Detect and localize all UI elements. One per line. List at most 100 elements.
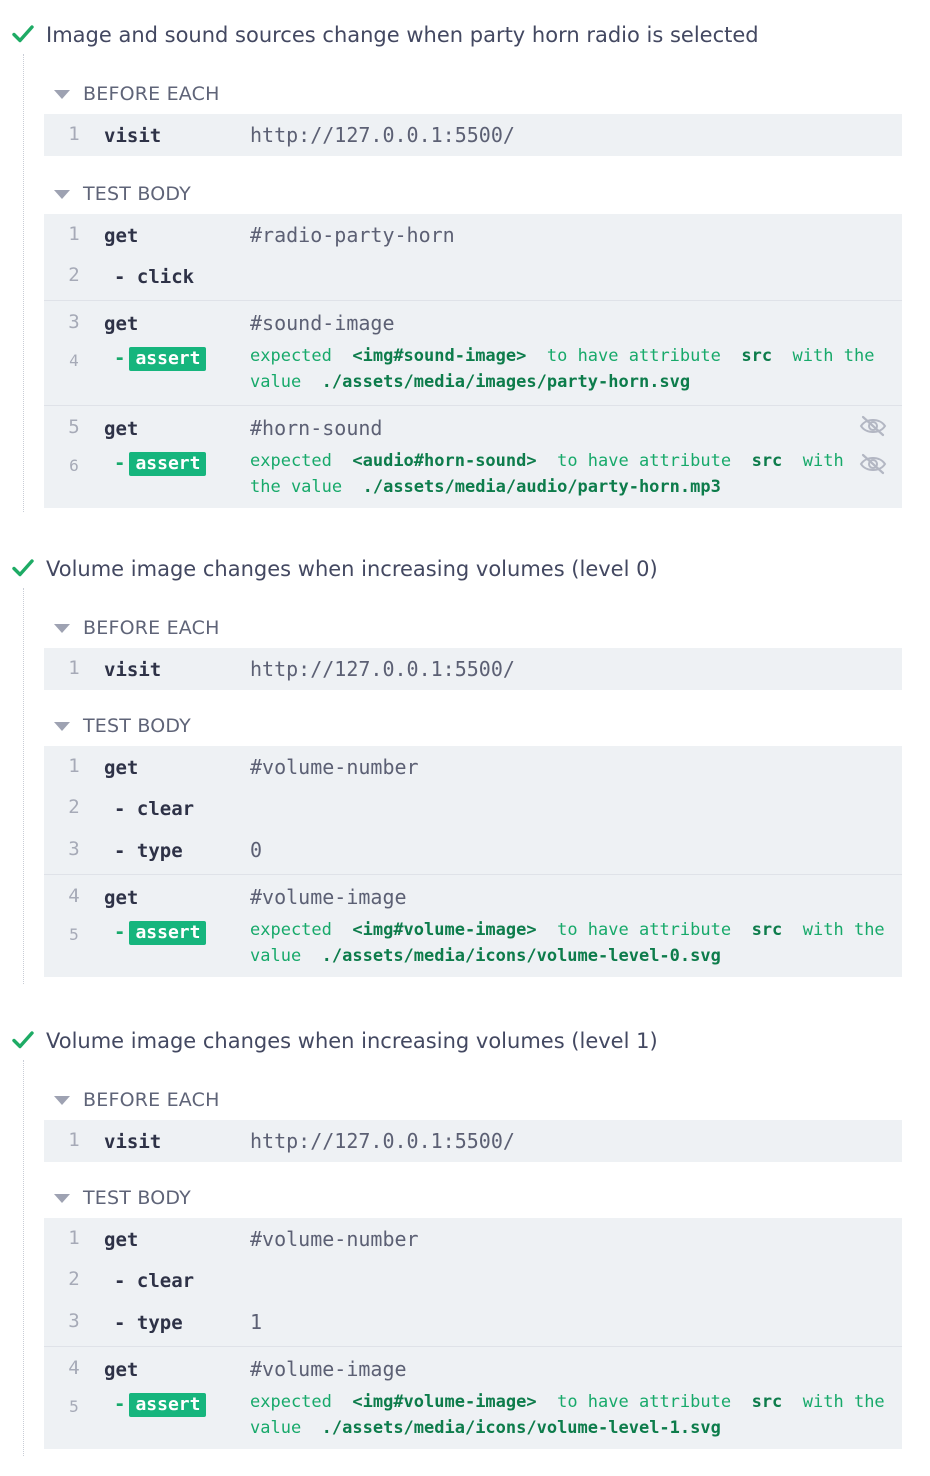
command-message: http://127.0.0.1:5500/ [250,657,515,681]
hook-label: TEST BODY [83,1187,191,1209]
command-name: clear [136,798,195,820]
assert-with: with the [802,1392,885,1412]
command-group: 3 get #sound-image 4 - assert expected <i… [44,300,902,405]
assert-with: with the [802,920,885,940]
assert-value: ./assets/media/icons/volume-level-0.svg [321,946,721,966]
command-message: #volume-image [250,885,407,909]
command-row[interactable]: 2 - click [44,256,902,300]
hook-label: BEFORE EACH [83,617,220,639]
eye-slash-icon[interactable] [858,452,888,476]
command-row[interactable]: 1 visit http://127.0.0.1:5500/ [44,648,902,690]
hook-label: TEST BODY [83,715,191,737]
command-row[interactable]: 3 - type 0 [44,830,902,874]
assert-row[interactable]: 6 - assert expected <audio#horn-sound> to… [44,448,902,508]
assert-expected: expected [250,451,332,471]
test-item: Image and sound sources change when part… [0,18,930,512]
assert-value: ./assets/media/images/party-horn.svg [321,372,691,392]
command-name-wrap: - type [114,1312,183,1334]
test-title[interactable]: Volume image changes when increasing vol… [12,552,658,586]
command-row[interactable]: 1 visit http://127.0.0.1:5500/ [44,114,902,156]
command-message: 1 [250,1310,263,1334]
command-name: get [104,887,139,909]
child-dash: - [114,798,126,820]
command-name-wrap: - click [114,266,194,288]
command-row[interactable]: 2 - clear [44,788,902,830]
caret-down-icon [54,623,70,633]
test-title[interactable]: Volume image changes when increasing vol… [12,1024,658,1058]
check-icon [12,1030,38,1052]
command-number: 4 [69,351,79,370]
test-title[interactable]: Image and sound sources change when part… [12,18,759,52]
command-group: 1 get #volume-number 2 - clear 3 - type … [44,746,902,874]
command-name-wrap: - assert [114,347,207,371]
command-log: Image and sound sources change when part… [0,0,930,1476]
command-row[interactable]: 1 get #radio-party-horn [44,214,902,256]
assert-subject: <img#volume-image> [352,1392,537,1412]
command-row[interactable]: 4 get #volume-image [44,1347,902,1389]
command-name: get [104,1359,139,1381]
command-group: 1 visit http://127.0.0.1:5500/ [44,1120,902,1162]
caret-down-icon [54,89,70,99]
assert-message: expected <img#volume-image> to have attr… [250,917,890,969]
command-number: 2 [68,796,80,818]
test-body-hook: TEST BODY 1 get #volume-number 2 - clear… [44,1178,902,1449]
command-row[interactable]: 2 - clear [44,1260,902,1302]
command-name-wrap: - clear [114,798,194,820]
command-row[interactable]: 4 get #volume-image [44,875,902,917]
command-row[interactable]: 1 get #volume-number [44,746,902,788]
command-row[interactable]: 5 get #horn-sound [44,406,902,448]
check-icon [12,558,38,580]
hook-header[interactable]: TEST BODY [44,706,902,746]
assert-value: ./assets/media/audio/party-horn.mp3 [362,477,721,497]
child-dash: - [114,1393,126,1415]
before-each-hook: BEFORE EACH 1 visit http://127.0.0.1:550… [44,608,902,690]
assert-value: ./assets/media/icons/volume-level-1.svg [321,1418,721,1438]
assert-row[interactable]: 4 - assert expected <img#sound-image> to … [44,343,902,405]
test-title-text: Image and sound sources change when part… [46,23,759,47]
command-number: 3 [68,1310,80,1332]
assert-row[interactable]: 5 - assert expected <img#volume-image> to… [44,917,902,977]
command-name: get [104,225,139,247]
command-number: 6 [69,456,79,475]
hook-header[interactable]: BEFORE EACH [44,74,902,114]
command-group: 1 get #volume-number 2 - clear 3 - type … [44,1218,902,1346]
eye-slash-icon[interactable] [858,414,888,438]
command-row[interactable]: 1 get #volume-number [44,1218,902,1260]
assert-value-text: value [250,946,302,966]
assert-expected: expected [250,920,332,940]
assert-verb: to have attribute [557,451,732,471]
child-dash: - [114,347,126,369]
command-number: 4 [68,885,80,907]
child-dash: - [114,452,126,474]
tree-line [23,54,24,512]
hook-header[interactable]: TEST BODY [44,1178,902,1218]
command-name: clear [136,1270,195,1292]
command-row[interactable]: 3 - type 1 [44,1302,902,1346]
child-dash: - [114,921,126,943]
command-number: 5 [69,925,79,944]
command-group: 1 visit http://127.0.0.1:5500/ [44,114,902,156]
command-name: get [104,313,139,335]
command-name: get [104,418,139,440]
child-dash: - [114,1312,126,1334]
command-group: 4 get #volume-image 5 - assert expected <… [44,874,902,977]
command-name: click [136,266,195,288]
command-name: get [104,1229,139,1251]
assert-expected: expected [250,1392,332,1412]
assert-attr: src [741,346,773,366]
command-number: 3 [68,838,80,860]
hook-header[interactable]: BEFORE EACH [44,608,902,648]
command-row[interactable]: 3 get #sound-image [44,301,902,343]
command-row[interactable]: 1 visit http://127.0.0.1:5500/ [44,1120,902,1162]
command-name: visit [104,1131,162,1153]
assert-value-text: value [250,372,302,392]
test-title-text: Volume image changes when increasing vol… [46,557,658,581]
hook-label: TEST BODY [83,183,191,205]
command-number: 1 [68,1227,80,1249]
assert-row[interactable]: 5 - assert expected <img#volume-image> to… [44,1389,902,1449]
command-name-wrap: - assert [114,921,207,945]
command-message: http://127.0.0.1:5500/ [250,1129,515,1153]
hook-header[interactable]: BEFORE EACH [44,1080,902,1120]
command-name: get [104,757,139,779]
hook-header[interactable]: TEST BODY [44,174,902,214]
